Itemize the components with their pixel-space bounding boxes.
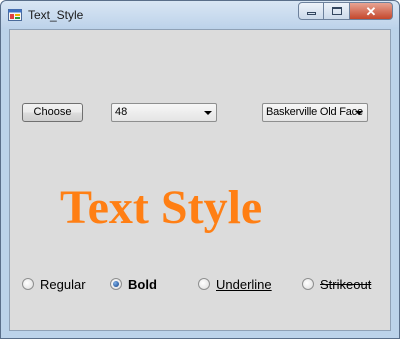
form-body: Choose 48 Baskerville Old Face Text Styl… <box>10 30 390 330</box>
minimize-icon <box>306 12 316 15</box>
font-size-value: 48 <box>115 106 128 118</box>
app-window: Text_Style ✕ Choose 48 Baskerville Old F… <box>0 0 400 339</box>
preview-text: Text Style <box>60 181 263 234</box>
caption-buttons: ✕ <box>298 2 393 20</box>
minimize-button[interactable] <box>298 2 324 20</box>
radio-bold-label: Bold <box>128 276 157 292</box>
radio-button-icon[interactable] <box>22 278 34 290</box>
radio-button-checked-icon[interactable] <box>110 278 122 290</box>
radio-bold[interactable]: Bold <box>110 276 157 292</box>
font-size-combobox[interactable]: 48 <box>111 103 217 122</box>
radio-underline-label: Underline <box>216 276 272 292</box>
maximize-icon <box>331 7 342 15</box>
choose-button[interactable]: Choose <box>22 103 83 122</box>
font-family-combobox[interactable]: Baskerville Old Face <box>262 103 368 122</box>
font-family-value: Baskerville Old Face <box>266 106 363 118</box>
app-icon <box>8 9 22 21</box>
chevron-down-icon[interactable] <box>204 111 212 115</box>
radio-regular-label: Regular <box>40 276 86 292</box>
radio-underline[interactable]: Underline <box>198 276 272 292</box>
maximize-button[interactable] <box>324 2 350 20</box>
window-title: Text_Style <box>28 8 84 22</box>
form-client-area: Choose 48 Baskerville Old Face Text Styl… <box>9 29 391 331</box>
close-button[interactable]: ✕ <box>350 2 393 20</box>
radio-regular[interactable]: Regular <box>22 276 86 292</box>
close-icon: ✕ <box>365 3 377 19</box>
radio-button-icon[interactable] <box>198 278 210 290</box>
radio-strikeout[interactable]: Strikeout <box>302 276 371 292</box>
chevron-down-icon[interactable] <box>355 111 363 115</box>
title-bar[interactable]: Text_Style ✕ <box>1 1 399 29</box>
radio-strikeout-label: Strikeout <box>320 276 372 292</box>
radio-button-icon[interactable] <box>302 278 314 290</box>
